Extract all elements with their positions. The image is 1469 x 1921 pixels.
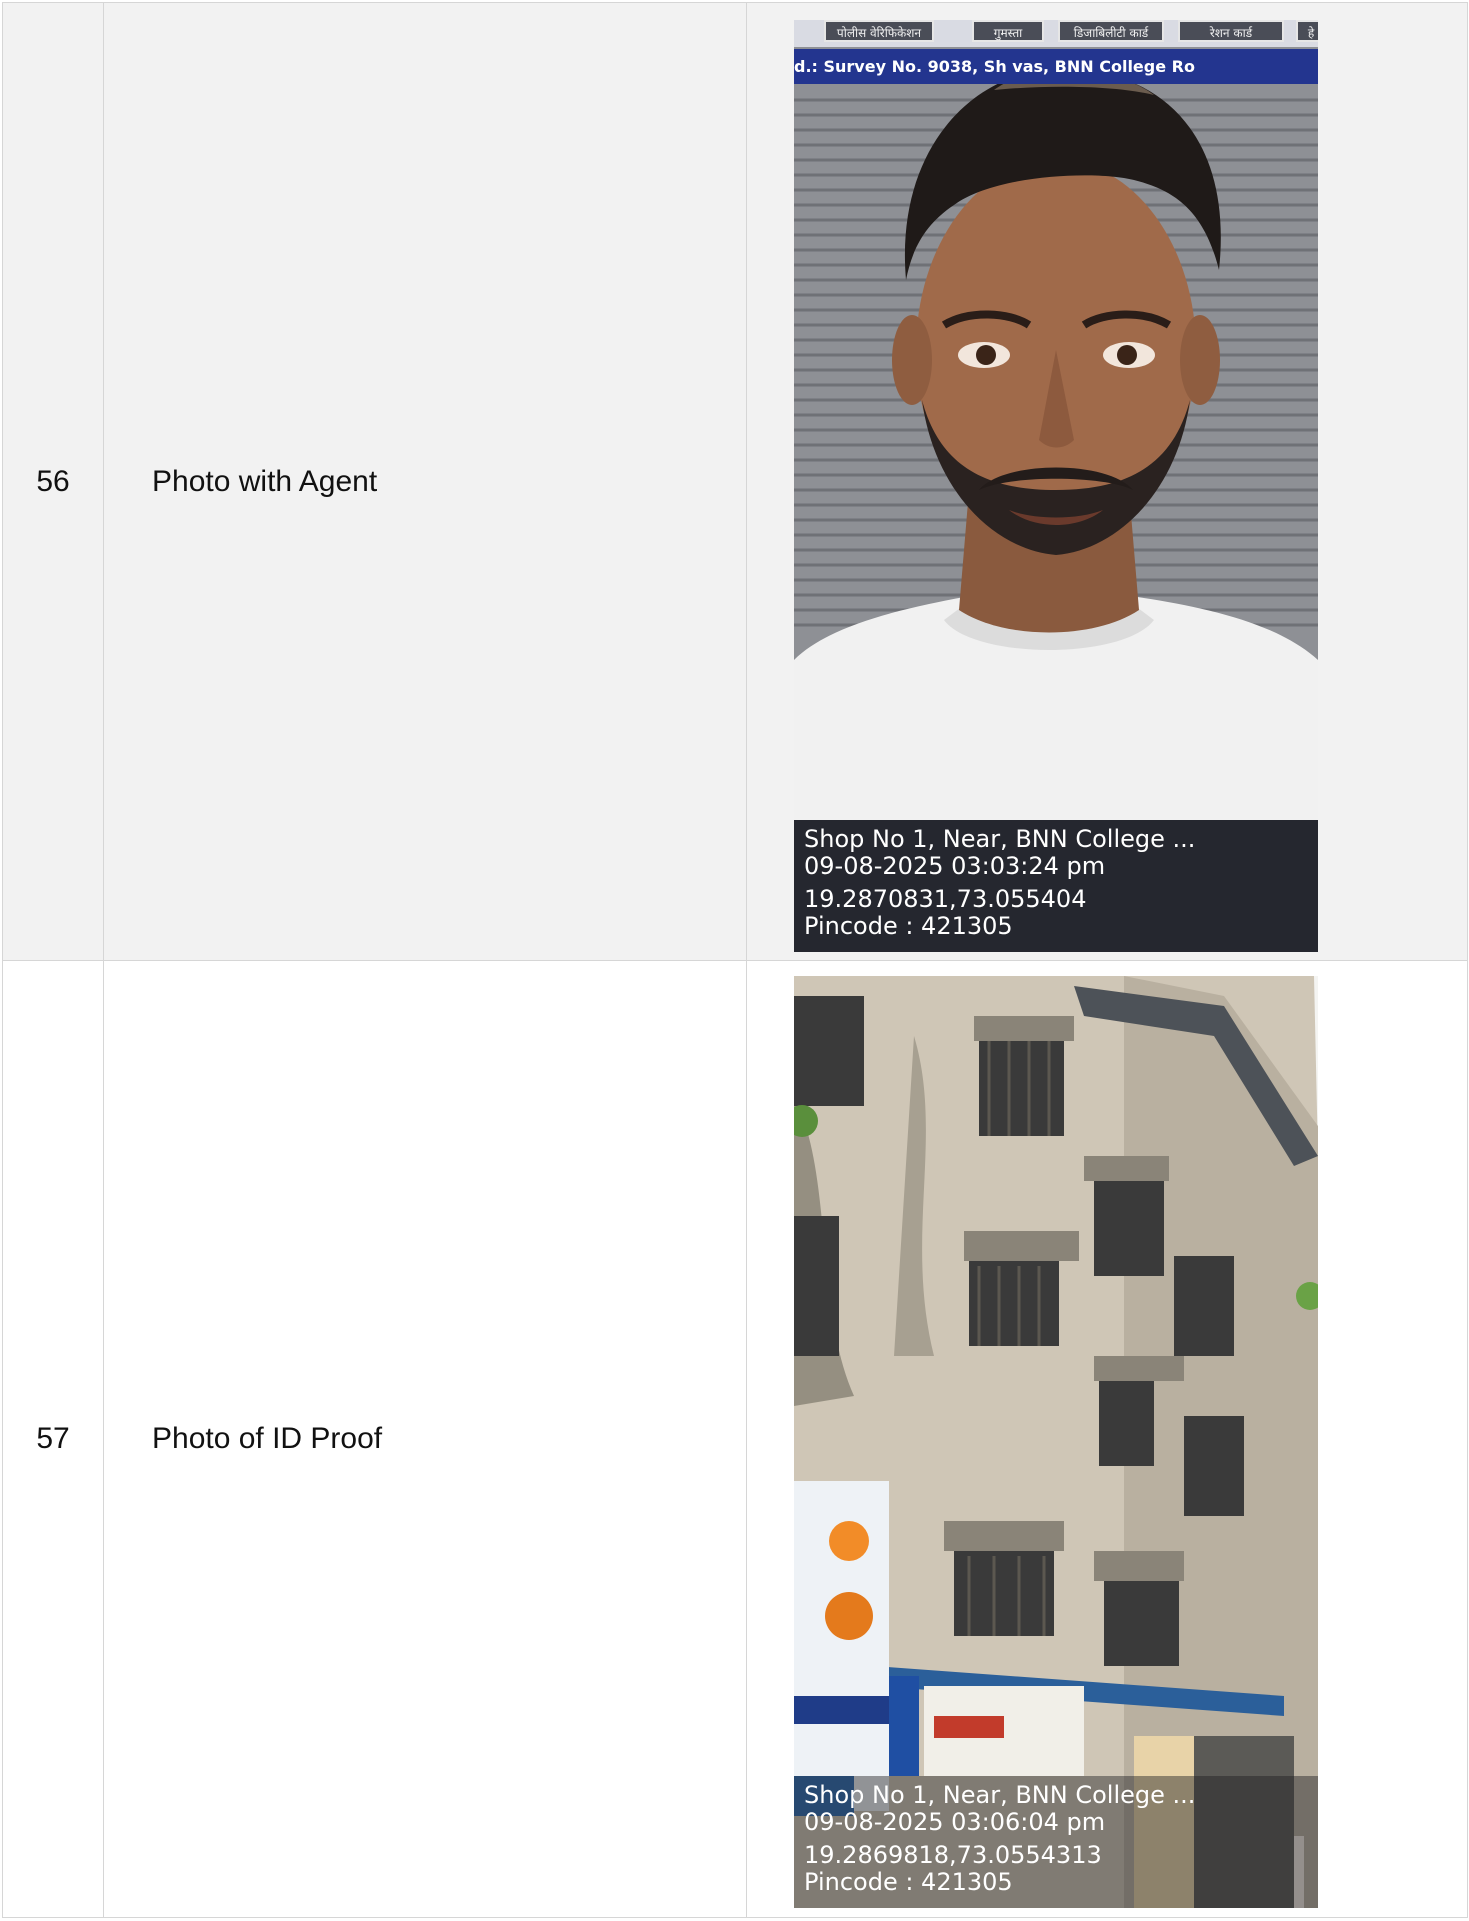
table-row: 56 Photo with Agent पोलीस वेरिफिकेशन गुम… (2, 2, 1468, 961)
signboard-address: d.: Survey No. 9038, Sh vas, BNN College… (794, 49, 1318, 84)
row-number: 57 (2, 960, 104, 1918)
signboard-tab: डिजाबिलीटी कार्ड (1058, 20, 1164, 42)
shop-signboard: पोलीस वेरिफिकेशन गुमस्ता डिजाबिलीटी कार्… (794, 20, 1318, 47)
stamp-datetime: 09-08-2025 03:03:24 pm (804, 852, 1106, 880)
signboard-tab: पोलीस वेरिफिकेशन (824, 20, 934, 42)
photo-evidence-table: 56 Photo with Agent पोलीस वेरिफिकेशन गुम… (2, 2, 1468, 1918)
stamp-address: Shop No 1, Near, BNN College ... (804, 1781, 1196, 1809)
stamp-pincode: Pincode : 421305 (804, 1868, 1013, 1896)
stamp-address: Shop No 1, Near, BNN College ... (804, 825, 1196, 853)
stamp-coordinates: 19.2870831,73.055404 (804, 885, 1087, 913)
row-label: Photo of ID Proof (103, 960, 747, 1918)
row-number: 56 (2, 2, 104, 961)
table-row: 57 Photo of ID Proof Shop No 1, Near, BN… (2, 960, 1468, 1918)
geo-stamp-overlay: Shop No 1, Near, BNN College ... 09-08-2… (794, 820, 1318, 952)
photo-cell: Shop No 1, Near, BNN College ... 09-08-2… (746, 960, 1468, 1918)
stamp-datetime: 09-08-2025 03:06:04 pm (804, 1808, 1106, 1836)
signboard-tab: हे (1296, 20, 1318, 42)
row-label: Photo with Agent (103, 2, 747, 961)
stamp-coordinates: 19.2869818,73.0554313 (804, 1841, 1102, 1869)
signboard-tab: रेशन कार्ड (1178, 20, 1284, 42)
agent-photo[interactable]: पोलीस वेरिफिकेशन गुमस्ता डिजाबिलीटी कार्… (794, 20, 1318, 952)
geo-stamp-overlay: Shop No 1, Near, BNN College ... 09-08-2… (794, 1776, 1318, 1908)
photo-cell: पोलीस वेरिफिकेशन गुमस्ता डिजाबिलीटी कार्… (746, 2, 1468, 961)
id-proof-photo[interactable]: Shop No 1, Near, BNN College ... 09-08-2… (794, 976, 1318, 1908)
stamp-pincode: Pincode : 421305 (804, 912, 1013, 940)
signboard-tab: गुमस्ता (972, 20, 1044, 42)
building-image (794, 976, 1318, 1908)
agent-selfie-image (794, 20, 1318, 952)
